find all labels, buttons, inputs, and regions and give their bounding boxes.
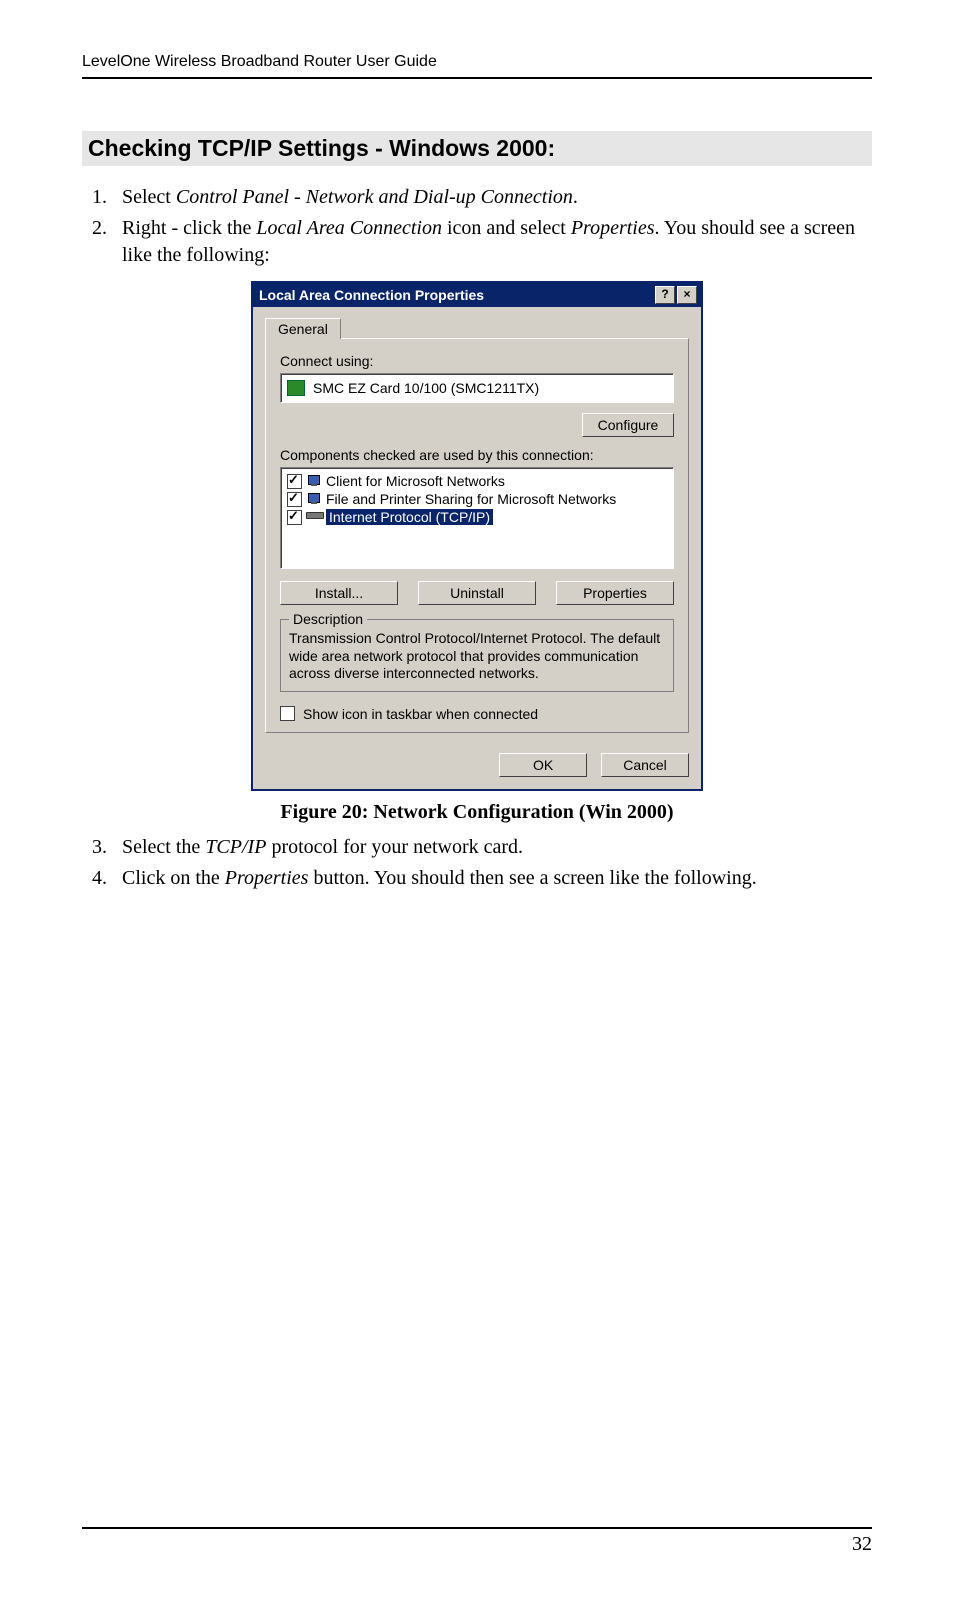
show-icon-checkbox[interactable] xyxy=(280,706,295,721)
checkbox[interactable] xyxy=(287,474,302,489)
step-3: Select the TCP/IP protocol for your netw… xyxy=(112,834,872,861)
configure-button[interactable]: Configure xyxy=(582,413,674,437)
step-text: protocol for your network card. xyxy=(266,836,523,858)
doc-header: LevelOne Wireless Broadband Router User … xyxy=(82,53,872,79)
list-item[interactable]: File and Printer Sharing for Microsoft N… xyxy=(285,490,669,508)
page-number: 32 xyxy=(852,1533,872,1555)
section-heading: Checking TCP/IP Settings - Windows 2000: xyxy=(82,131,872,166)
adapter-name: SMC EZ Card 10/100 (SMC1211TX) xyxy=(313,380,539,396)
description-groupbox: Description Transmission Control Protoco… xyxy=(280,619,674,692)
properties-button[interactable]: Properties xyxy=(556,581,674,605)
tab-panel-general: Connect using: SMC EZ Card 10/100 (SMC12… xyxy=(265,338,689,733)
step-2: Right - click the Local Area Connection … xyxy=(112,215,872,269)
step-text: icon and select xyxy=(442,217,571,239)
show-icon-label: Show icon in taskbar when connected xyxy=(303,706,538,722)
step-text: Select the xyxy=(122,836,205,858)
instruction-list-top: Select Control Panel - Network and Dial-… xyxy=(82,184,872,269)
step-text: . xyxy=(573,186,578,208)
connect-using-label: Connect using: xyxy=(280,353,674,369)
service-icon xyxy=(306,491,322,507)
client-icon xyxy=(306,473,322,489)
list-item-label: File and Printer Sharing for Microsoft N… xyxy=(326,491,616,507)
list-item[interactable]: Internet Protocol (TCP/IP) xyxy=(285,508,669,526)
instruction-list-bottom: Select the TCP/IP protocol for your netw… xyxy=(82,834,872,892)
adapter-field[interactable]: SMC EZ Card 10/100 (SMC1211TX) xyxy=(280,373,674,403)
step-4: Click on the Properties button. You shou… xyxy=(112,865,872,892)
protocol-icon xyxy=(306,509,322,525)
tab-general[interactable]: General xyxy=(265,318,341,339)
description-text: Transmission Control Protocol/Internet P… xyxy=(289,630,665,683)
step-text: button. You should then see a screen lik… xyxy=(308,867,756,889)
ok-button[interactable]: OK xyxy=(499,753,587,777)
step-italic: Local Area Connection xyxy=(256,217,442,239)
help-button[interactable]: ? xyxy=(655,286,675,304)
step-text: Click on the xyxy=(122,867,225,889)
close-button[interactable]: × xyxy=(677,286,697,304)
figure-caption: Figure 20: Network Configuration (Win 20… xyxy=(82,801,872,824)
components-listbox[interactable]: Client for Microsoft Networks File and P… xyxy=(280,467,674,569)
checkbox[interactable] xyxy=(287,510,302,525)
description-legend: Description xyxy=(289,611,367,627)
step-italic: Control Panel - Network and Dial-up Conn… xyxy=(176,186,573,208)
list-item-label: Client for Microsoft Networks xyxy=(326,473,505,489)
page-footer: 32 xyxy=(82,1527,872,1556)
step-1: Select Control Panel - Network and Dial-… xyxy=(112,184,872,211)
uninstall-button[interactable]: Uninstall xyxy=(418,581,536,605)
step-text: Right - click the xyxy=(122,217,256,239)
dialog-local-area-connection-properties: Local Area Connection Properties ? × Gen… xyxy=(251,281,703,791)
list-item[interactable]: Client for Microsoft Networks xyxy=(285,472,669,490)
step-italic: Properties xyxy=(225,867,309,889)
titlebar[interactable]: Local Area Connection Properties ? × xyxy=(253,283,701,307)
checkbox[interactable] xyxy=(287,492,302,507)
step-italic: TCP/IP xyxy=(205,836,266,858)
components-label: Components checked are used by this conn… xyxy=(280,447,674,463)
network-card-icon xyxy=(287,380,305,396)
step-text: Select xyxy=(122,186,176,208)
install-button[interactable]: Install... xyxy=(280,581,398,605)
cancel-button[interactable]: Cancel xyxy=(601,753,689,777)
step-italic: Properties xyxy=(571,217,655,239)
list-item-label-selected: Internet Protocol (TCP/IP) xyxy=(326,509,493,525)
window-title: Local Area Connection Properties xyxy=(259,287,653,303)
